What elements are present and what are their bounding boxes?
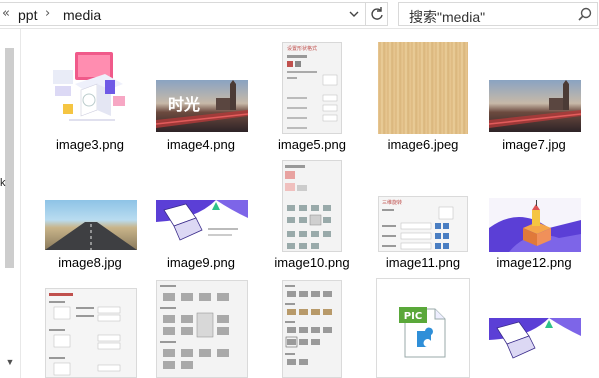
thumbnail-image7: [489, 80, 581, 132]
file-name-label: image12.png: [496, 255, 572, 270]
thumbnail-image4: 时光: [156, 80, 248, 132]
thumbnail-image11: 三维旋转: [378, 196, 468, 252]
pane-divider[interactable]: [20, 29, 21, 378]
file-name-label: image4.png: [167, 137, 235, 152]
thumbnail-image9: [156, 200, 248, 252]
thumbnail-row3-3: [282, 280, 342, 378]
thumbnail-image8: [45, 200, 137, 250]
thumbnail-image12: [489, 198, 581, 252]
pic-badge-text: PIC: [404, 311, 422, 322]
thumbnail-image6: [378, 42, 468, 134]
refresh-button[interactable]: [366, 2, 388, 26]
file-name-label: image11.png: [385, 255, 461, 270]
thumb-dialog-title: 设置形状格式: [287, 45, 317, 52]
thumbnail-row3-4: PIC: [376, 278, 470, 378]
thumb-logo-text: 时光: [168, 95, 200, 114]
search-input[interactable]: 搜索"media": [398, 2, 598, 26]
thumbnail-row3-1: [45, 288, 137, 378]
search-placeholder: 搜索"media": [409, 9, 486, 25]
thumbnail-row3-2: [156, 280, 248, 378]
thumbnail-row3-5: [489, 318, 581, 378]
file-name-label: image6.jpeg: [387, 137, 459, 152]
refresh-icon: [371, 7, 383, 20]
breadcrumb-separator-icon[interactable]: ›: [45, 6, 50, 21]
address-bar[interactable]: « ppt › media: [0, 2, 366, 26]
navigation-pane: ▲ ▼ k: [0, 29, 20, 378]
breadcrumb-overflow-icon[interactable]: «: [0, 6, 12, 21]
file-name-label: image5.png: [278, 137, 346, 152]
scroll-down-icon[interactable]: ▼: [4, 356, 16, 368]
file-name-label: image8.jpg: [58, 255, 122, 270]
file-explorer-window: « ppt › media 搜索"media" ▲ ▼ k: [0, 0, 599, 378]
toolbar: « ppt › media 搜索"media": [0, 0, 599, 29]
chevron-down-icon[interactable]: [345, 5, 363, 23]
file-name-label: image3.png: [56, 137, 124, 152]
nav-partial-label: k: [0, 177, 6, 189]
thumbnail-image5: 设置形状格式: [282, 42, 342, 134]
file-name-label: image10.png: [274, 255, 350, 270]
file-name-label: image7.jpg: [502, 137, 566, 152]
thumbnail-image10: [282, 160, 342, 252]
thumb-three-d-label: 三维旋转: [382, 199, 402, 206]
breadcrumb-media[interactable]: media: [63, 7, 101, 23]
breadcrumb-ppt[interactable]: ppt: [18, 7, 37, 23]
content-scrollbar[interactable]: [589, 29, 599, 378]
nav-scrollbar-thumb[interactable]: [5, 48, 14, 268]
generic-image-file-icon: PIC: [399, 307, 446, 358]
search-icon[interactable]: [577, 6, 593, 22]
file-name-label: image9.png: [167, 255, 235, 270]
thumbnail-image3: [45, 50, 135, 135]
